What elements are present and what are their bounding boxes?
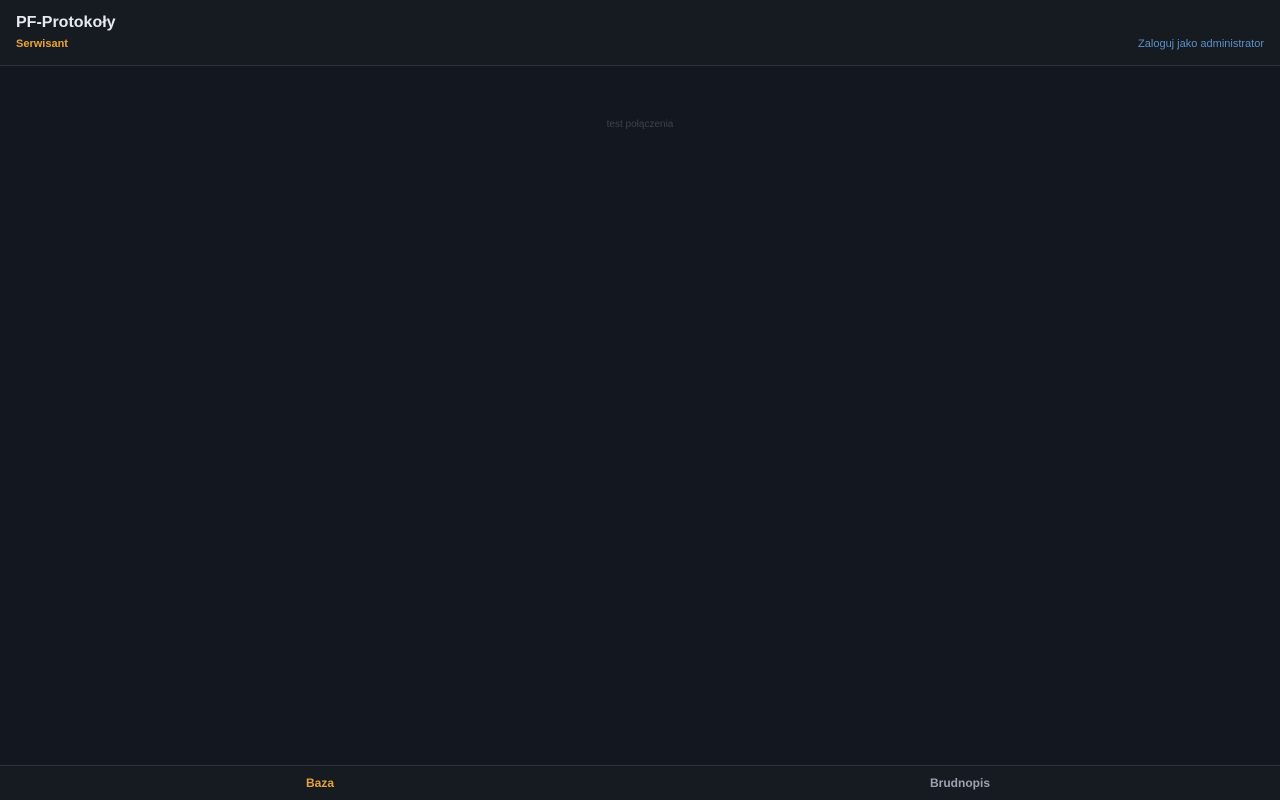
test-connection-link[interactable]: test połączenia [0, 119, 1280, 131]
tab-baza[interactable]: Baza [0, 766, 640, 800]
bottom-nav: Baza Brudnopis [0, 765, 1280, 800]
app-window: PF-Protokoły Serwisant Zaloguj jako admi… [0, 0, 1280, 800]
admin-login-link[interactable]: Zaloguj jako administrator [1138, 38, 1264, 51]
role-label: Serwisant [16, 38, 68, 50]
header-bar: PF-Protokoły Serwisant Zaloguj jako admi… [0, 0, 1280, 66]
tab-brudnopis[interactable]: Brudnopis [640, 766, 1280, 800]
main-content: test połączenia [0, 66, 1280, 765]
app-title: PF-Protokoły [16, 14, 116, 31]
